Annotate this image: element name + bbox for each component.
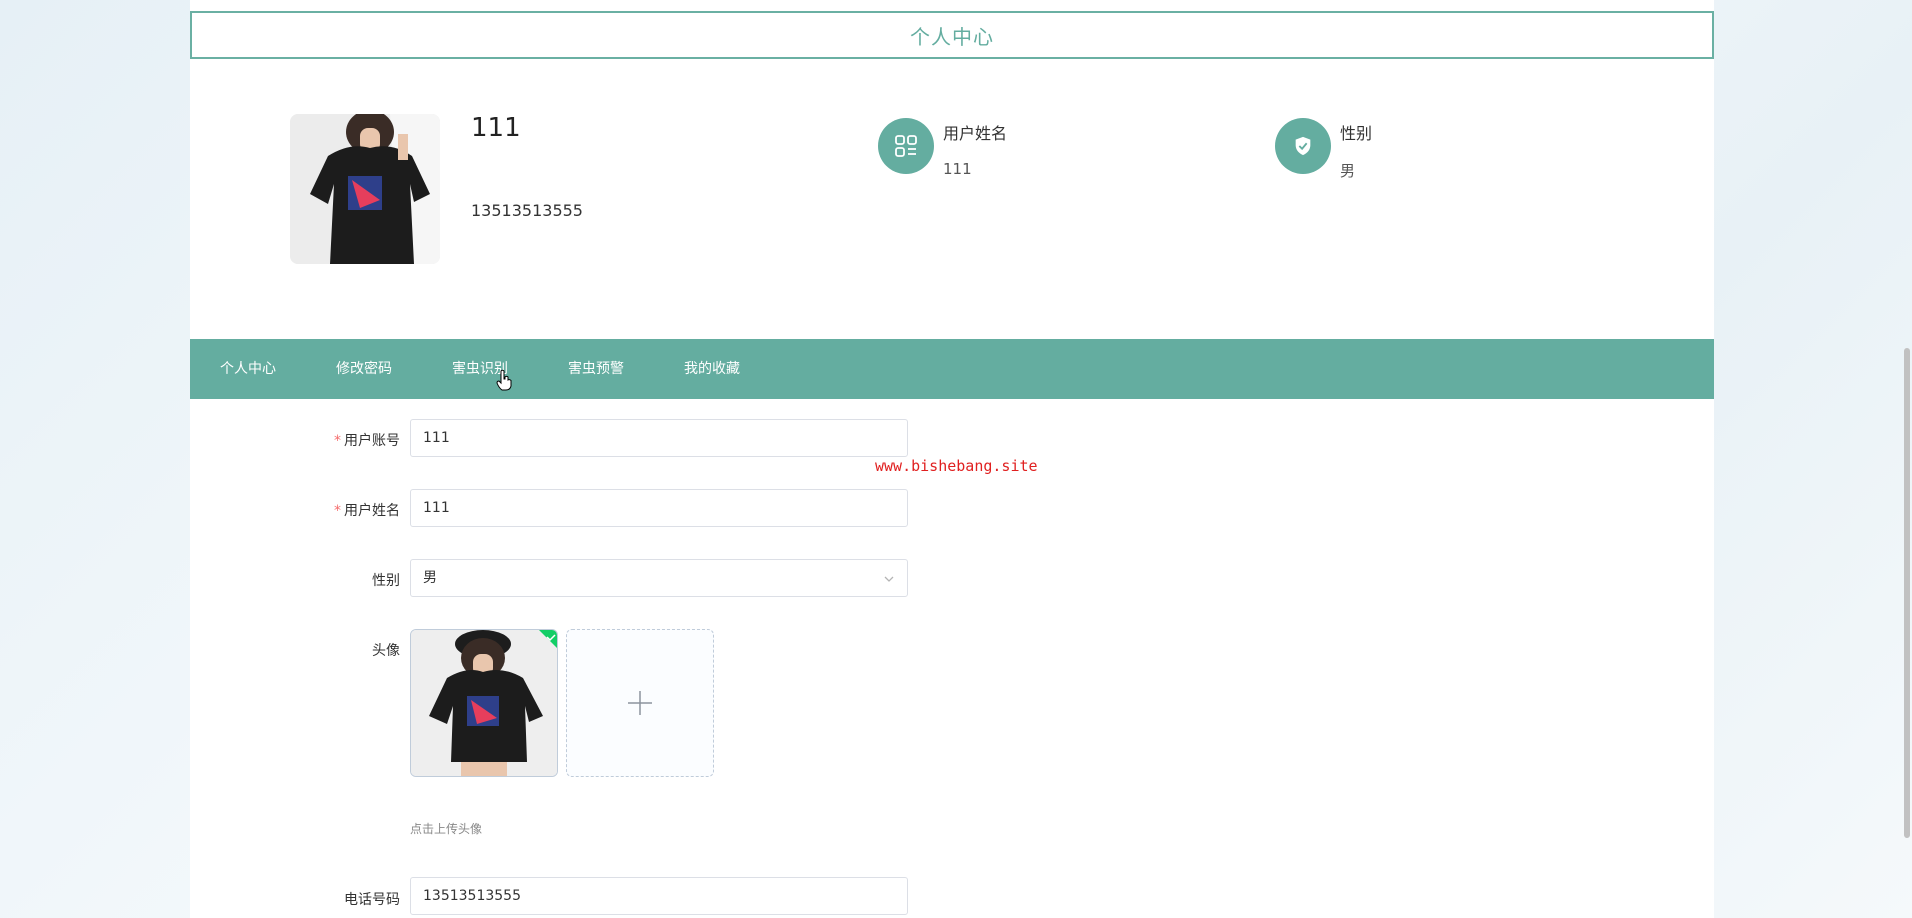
uploaded-avatar[interactable] bbox=[410, 629, 558, 777]
avatar-upload-hint: 点击上传头像 bbox=[410, 822, 483, 836]
gender-label: 性别 bbox=[372, 573, 400, 589]
page-scrollbar[interactable] bbox=[1902, 0, 1912, 918]
avatar-image bbox=[290, 114, 440, 264]
page-title: 个人中心 bbox=[190, 11, 1714, 59]
info-gender-label: 性别 bbox=[1340, 124, 1373, 143]
username-label: * 用户姓名 bbox=[334, 503, 400, 519]
chevron-down-icon bbox=[884, 576, 894, 582]
tab-personal-center[interactable]: 个人中心 bbox=[220, 339, 276, 399]
avatar-thumbnail bbox=[411, 630, 557, 776]
profile-phone: 13513513555 bbox=[471, 201, 583, 220]
gender-select-value: 男 bbox=[423, 570, 437, 586]
page-title-text: 个人中心 bbox=[910, 24, 994, 49]
gender-select[interactable]: 男 bbox=[410, 559, 908, 597]
tab-pest-warning[interactable]: 害虫预警 bbox=[568, 339, 624, 399]
tab-my-favorites[interactable]: 我的收藏 bbox=[684, 339, 740, 399]
avatar-upload-button[interactable] bbox=[566, 629, 714, 777]
account-label: * 用户账号 bbox=[334, 433, 400, 449]
avatar-label: 头像 bbox=[372, 643, 400, 659]
account-input[interactable]: 111 bbox=[410, 419, 908, 457]
tab-change-password[interactable]: 修改密码 bbox=[336, 339, 392, 399]
watermark-text: www.bishebang.site bbox=[875, 457, 1038, 475]
info-username-value: 111 bbox=[943, 160, 972, 178]
profile-name: 111 bbox=[471, 113, 521, 143]
tab-bar: 个人中心 修改密码 害虫识别 害虫预警 我的收藏 bbox=[190, 339, 1714, 399]
required-mark: * bbox=[334, 433, 341, 449]
required-mark: * bbox=[334, 503, 341, 519]
phone-input[interactable]: 13513513555 bbox=[410, 877, 908, 915]
profile-avatar bbox=[290, 114, 440, 264]
scrollbar-thumb[interactable] bbox=[1904, 348, 1910, 838]
profile-card: 111 13513513555 用户姓名 111 性别 男 bbox=[190, 62, 1714, 318]
hand-cursor-icon bbox=[496, 369, 512, 391]
shield-check-icon bbox=[1275, 118, 1331, 174]
info-gender-value: 男 bbox=[1340, 162, 1356, 180]
username-input[interactable]: 111 bbox=[410, 489, 908, 527]
phone-label: 电话号码 bbox=[344, 892, 400, 908]
info-username-label: 用户姓名 bbox=[943, 124, 1008, 143]
grid-list-icon bbox=[878, 118, 934, 174]
main-container: 个人中心 111 13513513555 用户姓名 111 性别 男 个人中心 … bbox=[190, 0, 1714, 918]
plus-icon bbox=[628, 691, 652, 715]
